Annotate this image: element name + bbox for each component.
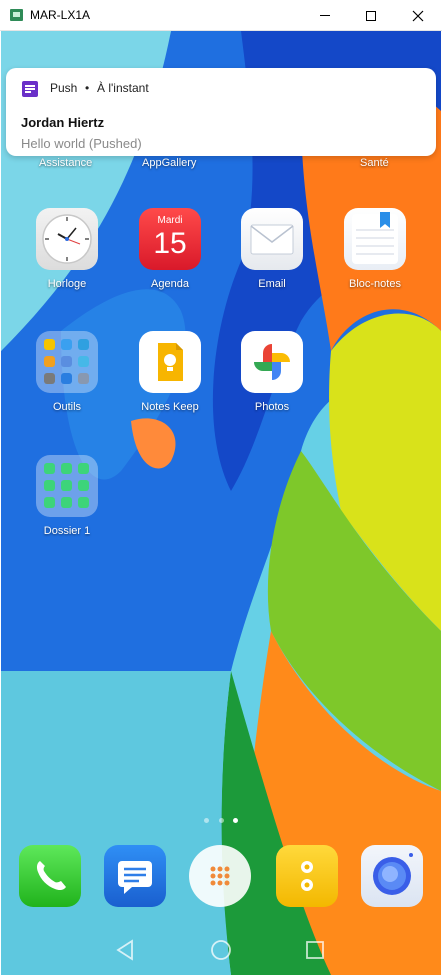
chat-bubble-icon (22, 81, 38, 97)
notification-time: À l'instant (97, 81, 149, 95)
back-icon (116, 939, 133, 961)
window-title: MAR-LX1A (30, 8, 91, 22)
app-label: Email (258, 278, 286, 290)
app-label-assistance[interactable]: Assistance (39, 157, 92, 169)
notification-app-name: Push (50, 81, 78, 95)
browser-icon (373, 853, 413, 895)
dock-phone-button[interactable] (19, 845, 81, 907)
photos-icon (241, 331, 303, 393)
window-titlebar: MAR-LX1A (0, 0, 442, 31)
nav-home-button[interactable] (208, 937, 234, 963)
recents-icon (306, 941, 324, 959)
app-label: Photos (254, 401, 290, 413)
app-photos[interactable]: Photos (226, 331, 318, 413)
tools-folder-icon (36, 331, 98, 393)
dock-messages-button[interactable] (104, 845, 166, 907)
app-outils[interactable]: Outils (21, 331, 113, 413)
keep-icon (139, 331, 201, 393)
app-horloge[interactable]: Horloge (21, 208, 113, 290)
app-label: Bloc-notes (349, 278, 401, 290)
app-label: Outils (52, 401, 82, 413)
app-label: Notes Keep (141, 401, 199, 413)
app-email[interactable]: Email (226, 208, 318, 290)
notification-title: Jordan Hiertz (21, 115, 105, 130)
page-dot-1[interactable] (204, 818, 209, 823)
close-icon (412, 10, 424, 21)
close-button[interactable] (395, 0, 441, 31)
calendar-date: 15 (153, 227, 187, 260)
app-label: Agenda (151, 278, 189, 290)
messages-icon (118, 861, 152, 894)
calendar-icon: Mardi 15 (139, 208, 201, 270)
notification-separator: • (85, 81, 90, 95)
app-notes-keep[interactable]: Notes Keep (124, 331, 216, 413)
app-bloc-notes[interactable]: Bloc-notes (329, 208, 421, 290)
page-dot-2[interactable] (219, 818, 224, 823)
app-label: Dossier 1 (43, 525, 91, 537)
maximize-icon (366, 10, 376, 21)
app-label: Horloge (47, 278, 87, 290)
notepad-icon (344, 208, 406, 270)
nav-back-button[interactable] (113, 937, 139, 963)
app-drawer-icon (210, 866, 230, 886)
home-icon (211, 940, 231, 960)
push-notification[interactable]: Push • À l'instant Jordan Hiertz Hello w… (6, 68, 436, 156)
dock-notes-button[interactable] (276, 845, 338, 907)
calendar-day: Mardi (157, 215, 183, 226)
minimize-icon (320, 15, 330, 16)
maximize-button[interactable] (348, 0, 394, 31)
dock-browser-button[interactable] (361, 845, 423, 907)
app-label-appgallery[interactable]: AppGallery (142, 157, 196, 169)
phone-screen: Assistance AppGallery Santé Push • À l'i… (1, 31, 441, 975)
emulator-app-icon (10, 9, 23, 21)
phone-icon (36, 861, 66, 891)
minimize-button[interactable] (302, 0, 348, 31)
nav-recents-button[interactable] (302, 937, 328, 963)
clock-icon (36, 208, 98, 270)
folder-icon (36, 455, 98, 517)
mail-icon (241, 208, 303, 270)
notification-body: Hello world (Pushed) (21, 136, 142, 151)
app-dossier-1[interactable]: Dossier 1 (21, 455, 113, 537)
app-agenda[interactable]: Mardi 15 Agenda (124, 208, 216, 290)
page-dot-3-active[interactable] (233, 818, 238, 823)
app-label-sante[interactable]: Santé (360, 157, 389, 169)
notes-icon (301, 861, 313, 891)
dock-app-drawer-button[interactable] (189, 845, 251, 907)
